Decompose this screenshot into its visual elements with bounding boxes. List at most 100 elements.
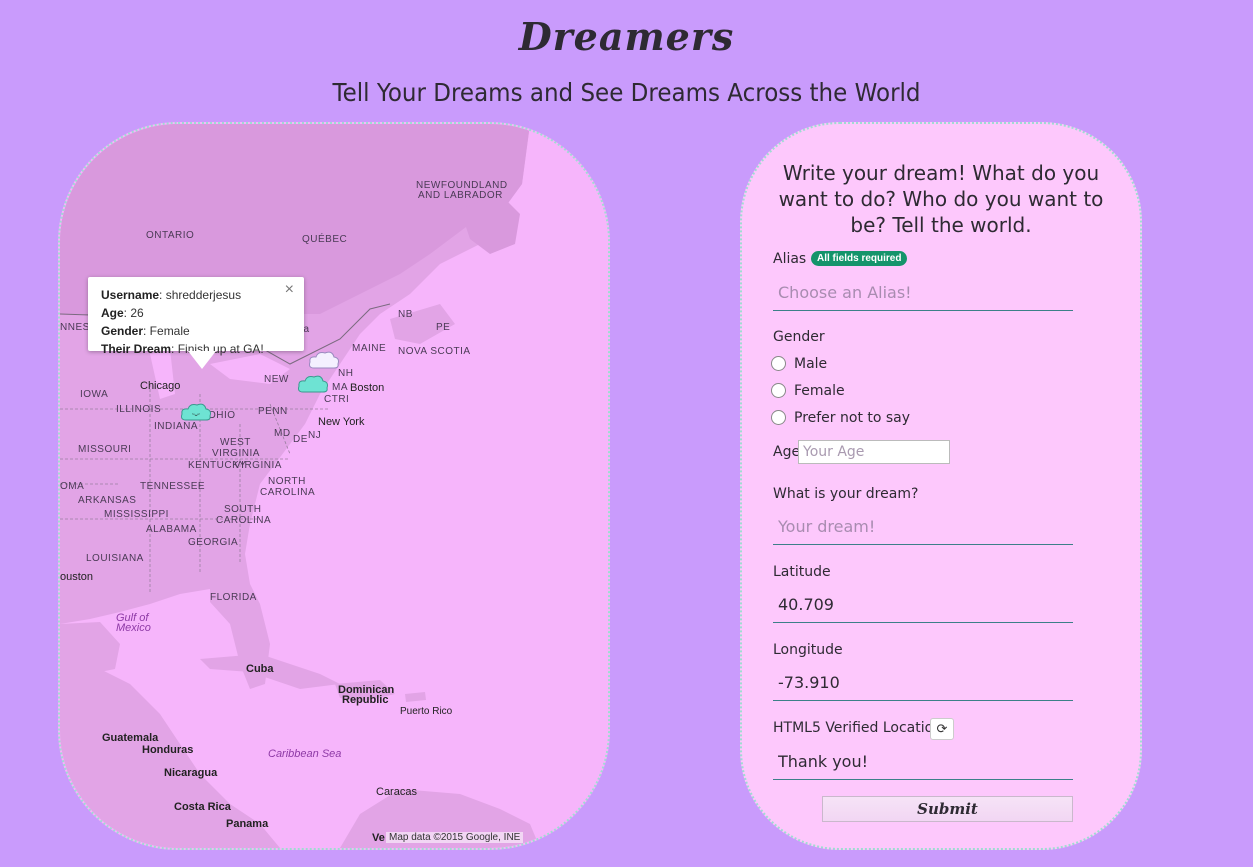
map-label-country: Guatemala — [102, 732, 159, 744]
info-value: : Female — [143, 324, 190, 338]
map-label: NORTH — [268, 476, 306, 487]
map-label: PE — [436, 322, 451, 333]
map-container[interactable]: NEWFOUNDLAND AND LABRADOR ONTARIO QUÉBEC… — [58, 122, 610, 850]
map-label: QUÉBEC — [302, 234, 348, 245]
info-label: Gender — [101, 324, 144, 338]
info-value: : 26 — [123, 306, 144, 320]
map-label: DE — [293, 434, 308, 445]
map-label-city: Chicago — [140, 380, 181, 392]
latitude-label: Latitude — [773, 564, 831, 580]
map-label: NOVA SCOTIA — [398, 346, 471, 357]
map-label: NJ — [308, 430, 322, 441]
gender-option-prefer-not[interactable]: Prefer not to say — [771, 410, 910, 426]
gender-option-male[interactable]: Male — [771, 356, 827, 372]
map-label: NH — [338, 368, 354, 379]
map-label: ALABAMA — [146, 524, 197, 535]
info-gender-row: Gender: Female — [101, 322, 304, 340]
map-label-city: Caracas — [376, 786, 417, 798]
radio-button[interactable] — [771, 383, 786, 398]
map-label: LOUISIANA — [86, 553, 144, 564]
map-label: FLORIDA — [210, 592, 257, 603]
map-label: VIRGINIA — [234, 460, 282, 471]
map-label: CAROLINA — [216, 515, 272, 526]
map-label-country: Nicaragua — [164, 767, 218, 779]
latitude-input[interactable] — [773, 587, 1073, 623]
info-age-row: Age: 26 — [101, 304, 304, 322]
dream-label: What is your dream? — [773, 486, 919, 502]
required-badge: All fields required — [811, 251, 908, 266]
longitude-input[interactable] — [773, 665, 1073, 701]
map-label: MD — [274, 428, 291, 439]
map-label-country: Costa Rica — [174, 801, 231, 813]
map-label: OMA — [60, 481, 85, 492]
map-label-country: Honduras — [142, 744, 194, 756]
map-label-water: Mexico — [116, 622, 151, 634]
dream-marker-cloud-icon[interactable] — [297, 374, 329, 394]
map-label: MISSISSIPPI — [104, 509, 169, 520]
info-label: Age — [101, 306, 124, 320]
map-label: CTRI — [324, 394, 350, 405]
form-heading-line: Write your dream! What do you — [782, 161, 1100, 185]
radio-button[interactable] — [771, 410, 786, 425]
page-subtitle: Tell Your Dreams and See Dreams Across t… — [332, 78, 921, 107]
map-label: NEW — [264, 374, 289, 385]
info-window-tail — [188, 351, 216, 369]
map-label-country: Panama — [226, 818, 269, 830]
map-label-water: Caribbean Sea — [268, 748, 342, 760]
app-logo: Dreamers — [518, 14, 735, 59]
map-label: PENN — [258, 406, 288, 417]
submit-button[interactable]: Submit — [822, 796, 1073, 822]
map-label: NB — [398, 309, 413, 320]
map-label-city: Puerto Rico — [400, 706, 453, 717]
info-value: : shredderjesus — [159, 288, 242, 302]
map-label: INDIANA — [154, 421, 199, 432]
info-label: Their Dream — [101, 342, 172, 356]
html5-location-label: HTML5 Verified Location? — [773, 720, 950, 736]
map-label: ARKANSAS — [78, 495, 137, 506]
longitude-label: Longitude — [773, 642, 843, 658]
dream-input[interactable] — [773, 509, 1073, 545]
map-label: TENNESSEE — [140, 481, 206, 492]
gender-option-female[interactable]: Female — [771, 383, 845, 399]
map-label: ILLINOIS — [116, 404, 162, 415]
map-label: OHIO — [208, 410, 236, 421]
info-value: : Finish up at GA! — [171, 342, 264, 356]
map-label-city: ouston — [60, 571, 94, 583]
age-input[interactable] — [798, 440, 950, 464]
map-label: MA — [332, 382, 348, 393]
dream-form: Write your dream! What do you want to do… — [740, 122, 1142, 850]
map-label: VIRGINIA — [212, 448, 260, 459]
map-label: GEORGIA — [188, 537, 239, 548]
radio-label: Prefer not to say — [794, 410, 911, 426]
dream-marker-cloud-icon[interactable] — [308, 350, 340, 370]
alias-label: Alias — [773, 251, 807, 267]
info-label: Username — [101, 288, 160, 302]
form-heading: Write your dream! What do you want to do… — [742, 160, 1140, 238]
map-label: NNES — [60, 322, 90, 333]
refresh-icon: ⟳ — [936, 721, 948, 736]
html5-location-input[interactable] — [773, 744, 1073, 780]
dream-marker-cloud-icon[interactable]: ᵕᴗᵕ — [180, 402, 212, 422]
radio-label: Female — [794, 383, 845, 399]
map-label-country: Cuba — [246, 663, 274, 675]
map-label-city: New York — [318, 416, 365, 428]
info-username-row: Username: shredderjesus — [101, 286, 304, 304]
age-label: Age — [773, 444, 801, 460]
map-label: IOWA — [80, 389, 109, 400]
map-attribution: Map data ©2015 Google, INE — [386, 832, 524, 843]
map-label: WEST — [220, 437, 251, 448]
form-heading-line: be? Tell the world. — [850, 213, 1032, 237]
map-label: ONTARIO — [146, 230, 195, 241]
map-label-country: Ve — [372, 832, 385, 844]
gender-label: Gender — [773, 329, 825, 345]
svg-text:ᵕᴗᵕ: ᵕᴗᵕ — [192, 412, 201, 418]
map-label: MISSOURI — [78, 444, 132, 455]
close-icon[interactable]: × — [285, 281, 294, 299]
map-label-country: Republic — [342, 694, 389, 706]
radio-button[interactable] — [771, 356, 786, 371]
refresh-location-button[interactable]: ⟳ — [930, 718, 954, 740]
map-label-city: Boston — [350, 382, 385, 394]
form-heading-line: want to do? Who do you want to — [778, 187, 1104, 211]
map-label: CAROLINA — [260, 487, 316, 498]
alias-input[interactable] — [773, 275, 1073, 311]
